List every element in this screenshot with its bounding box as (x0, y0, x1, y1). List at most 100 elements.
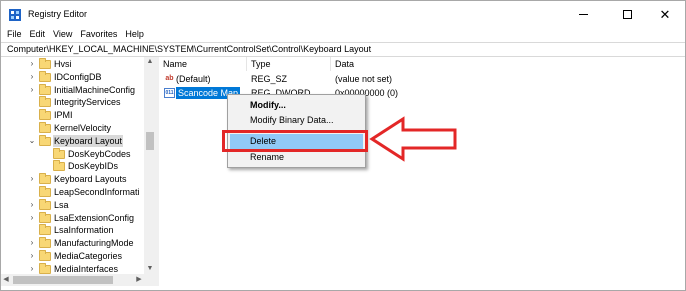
chevron-right-icon[interactable]: › (27, 237, 37, 249)
maximize-button[interactable] (607, 1, 647, 27)
minimize-button[interactable] (563, 1, 603, 27)
binary-value-icon: 011 (164, 88, 175, 98)
folder-icon (39, 250, 51, 261)
menu-help[interactable]: Help (121, 27, 148, 42)
folder-icon (39, 173, 51, 185)
folder-icon (39, 237, 51, 249)
folder-icon (39, 186, 51, 197)
tree-item-label: DosKeybIDs (68, 161, 119, 172)
window-title: Registry Editor (28, 9, 88, 19)
folder-icon (39, 134, 51, 146)
scrollbar-thumb[interactable] (146, 132, 154, 150)
tree-item[interactable]: › Hvsi (1, 58, 144, 70)
folder-icon (39, 262, 51, 274)
column-header-data[interactable]: Data (331, 57, 531, 71)
tree-item-label: MediaCategories (54, 251, 123, 261)
list-item[interactable]: ab (Default) REG_SZ (value not set) (159, 73, 679, 85)
folder-icon (39, 224, 51, 236)
column-header-name[interactable]: Name (159, 57, 247, 71)
folder-icon (39, 83, 51, 95)
tree-item-label: MediaInterfaces (54, 263, 119, 274)
tree-item-label: InitialMachineConfig (54, 84, 136, 95)
tree-item[interactable]: › MediaCategories (1, 250, 144, 262)
title-bar: Registry Editor ✕ (1, 1, 685, 27)
tree-item-label: LeapSecondInformati (54, 187, 140, 197)
registry-editor-icon (9, 9, 21, 21)
value-name: (Default) (176, 74, 211, 84)
delete-highlight-annotation (222, 130, 368, 152)
chevron-right-icon[interactable]: › (27, 71, 37, 83)
tree-item[interactable]: DosKeybIDs (1, 160, 144, 172)
tree-item[interactable]: › Keyboard Layouts (1, 173, 144, 185)
chevron-right-icon[interactable]: › (27, 250, 37, 262)
menu-view[interactable]: View (49, 27, 76, 42)
scroll-up-icon[interactable]: ▲ (144, 57, 156, 67)
close-icon: ✕ (659, 6, 671, 22)
tree-item-label: Keyboard Layouts (54, 174, 127, 185)
tree-item[interactable]: KernelVelocity (1, 122, 144, 134)
tree-horizontal-scrollbar[interactable]: ◀ ▶ (1, 274, 156, 286)
tree-item-label: IDConfigDB (54, 71, 102, 82)
value-data: (value not set) (335, 74, 393, 84)
tree-item[interactable]: › MediaInterfaces (1, 262, 144, 274)
scrollbar-thumb[interactable] (13, 276, 113, 284)
folder-icon (53, 147, 65, 159)
menu-item-modify[interactable]: Modify... (230, 98, 363, 113)
menu-edit[interactable]: Edit (26, 27, 50, 42)
column-header-type[interactable]: Type (247, 57, 331, 71)
tree-item[interactable]: IntegrityServices (1, 96, 144, 108)
tree-item[interactable]: › LsaExtensionConfig (1, 211, 144, 224)
chevron-right-icon[interactable]: › (27, 263, 37, 274)
tree-item[interactable]: DosKeybCodes (1, 147, 144, 160)
tree-item[interactable]: › Lsa (1, 198, 144, 211)
key-tree: › Hvsi › IDConfigDB › InitialMachineConfig Int… (1, 57, 156, 274)
minimize-icon (578, 13, 588, 15)
values-list: Name Type Data ab (Default) REG_SZ (valu… (159, 57, 685, 286)
tree-item-label: KernelVelocity (54, 123, 112, 133)
scroll-right-icon[interactable]: ▶ (134, 274, 144, 286)
string-value-icon: ab (165, 75, 174, 82)
left-arrow-icon (369, 116, 457, 162)
tree-item[interactable]: LsaInformation (1, 224, 144, 236)
scroll-left-icon[interactable]: ◀ (1, 274, 11, 286)
registry-editor-window: Registry Editor ✕ File Edit View Favorit… (0, 0, 686, 291)
chevron-right-icon[interactable]: › (27, 173, 37, 185)
menu-file[interactable]: File (1, 27, 26, 42)
close-button[interactable]: ✕ (645, 1, 685, 27)
tree-item-label: ManufacturingMode (54, 238, 134, 249)
tree-item[interactable]: › ManufacturingMode (1, 237, 144, 249)
tree-item-label: DosKeybCodes (68, 148, 131, 159)
tree-item-label: LsaExtensionConfig (54, 212, 135, 223)
tree-item[interactable]: › IDConfigDB (1, 70, 144, 83)
folder-icon (39, 70, 51, 82)
chevron-right-icon[interactable]: › (27, 58, 37, 70)
chevron-right-icon[interactable]: › (27, 212, 37, 224)
chevron-down-icon[interactable]: ⌄ (27, 135, 37, 147)
folder-icon (39, 58, 51, 69)
value-type: REG_SZ (251, 74, 288, 84)
menu-item-modify-binary[interactable]: Modify Binary Data... (230, 113, 363, 128)
maximize-icon (622, 9, 632, 19)
tree-item[interactable]: LeapSecondInformati (1, 186, 144, 198)
tree-item-label: LsaInformation (54, 225, 114, 236)
folder-icon (39, 96, 51, 108)
tree-item[interactable]: › InitialMachineConfig (1, 83, 144, 96)
folder-icon (53, 160, 65, 172)
address-bar[interactable]: Computer\HKEY_LOCAL_MACHINE\SYSTEM\Curre… (1, 42, 685, 57)
folder-icon (39, 109, 51, 121)
chevron-right-icon[interactable]: › (27, 199, 37, 211)
chevron-right-icon[interactable]: › (27, 84, 37, 96)
menu-item-rename[interactable]: Rename (230, 150, 363, 165)
menu-favorites[interactable]: Favorites (76, 27, 121, 42)
tree-vertical-scrollbar[interactable]: ▲ ▼ (144, 57, 156, 274)
scroll-down-icon[interactable]: ▼ (144, 264, 156, 274)
tree-item[interactable]: IPMI (1, 109, 144, 121)
folder-icon (39, 198, 51, 210)
tree-item[interactable]: ⌄ Keyboard Layout (1, 134, 144, 147)
